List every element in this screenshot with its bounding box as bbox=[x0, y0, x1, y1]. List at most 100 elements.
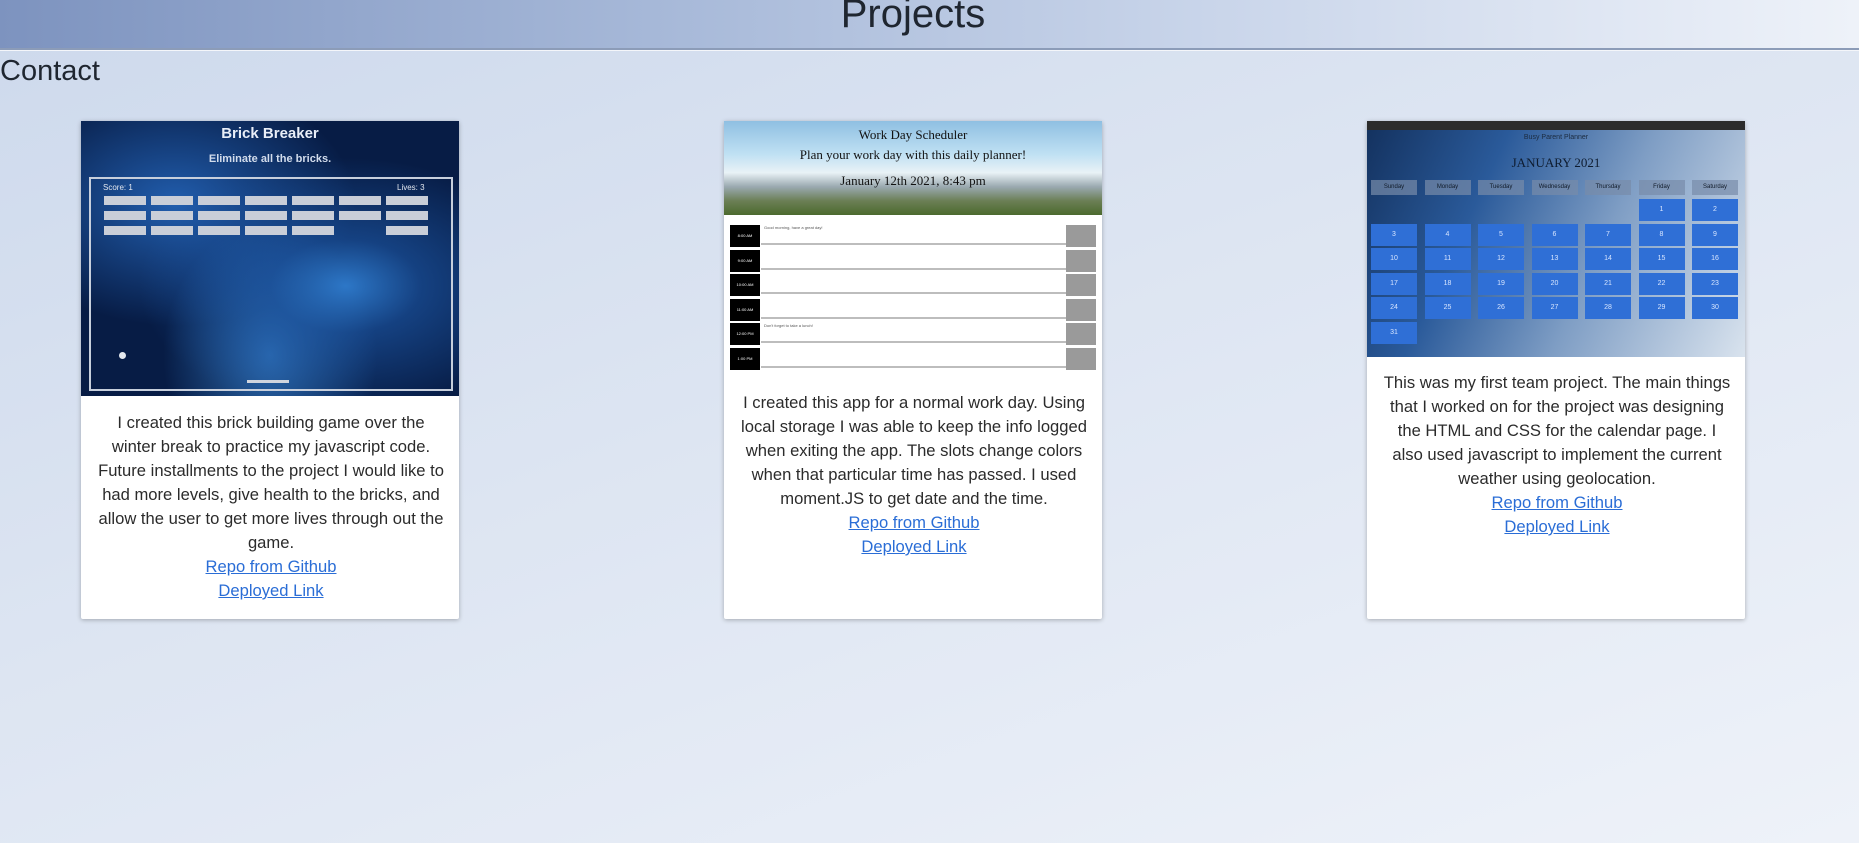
hour-label: 1:00 PM bbox=[730, 347, 760, 370]
save-icon[interactable] bbox=[1066, 249, 1096, 272]
calendar-day[interactable]: 25 bbox=[1424, 297, 1471, 319]
brick bbox=[245, 226, 287, 235]
hour-label: 12:00 PM bbox=[730, 323, 760, 345]
save-icon[interactable] bbox=[1066, 225, 1096, 247]
calendar-day[interactable]: 21 bbox=[1585, 272, 1631, 295]
contact-nav-link[interactable]: Contact bbox=[0, 55, 100, 88]
calendar-day[interactable]: 7 bbox=[1585, 223, 1631, 246]
calendar-day[interactable]: 5 bbox=[1478, 223, 1524, 246]
brick bbox=[104, 226, 146, 235]
task-input[interactable] bbox=[761, 347, 1066, 368]
brick bbox=[151, 226, 193, 235]
calendar-month: JANUARY 2021 bbox=[1511, 155, 1601, 170]
calendar-day[interactable]: 11 bbox=[1424, 248, 1471, 270]
brick bbox=[198, 226, 240, 235]
hour-label: 8:00 AM bbox=[730, 225, 760, 247]
calendar-day[interactable]: 23 bbox=[1692, 272, 1738, 295]
browser-chrome bbox=[1367, 121, 1745, 130]
project-card-busy-parent-planner: Busy Parent Planner JANUARY 2021 Sunday M… bbox=[1367, 121, 1745, 619]
scheduler-row: 8:00 AM Good morning, have a great day! bbox=[730, 225, 1096, 247]
card-body: I created this brick building game over … bbox=[97, 411, 445, 603]
scheduler-row: 10:00 AM bbox=[730, 274, 1096, 296]
calendar-day[interactable]: 15 bbox=[1638, 248, 1685, 270]
score-label: Score: 1 bbox=[103, 183, 133, 192]
task-input[interactable] bbox=[761, 274, 1066, 294]
save-icon[interactable] bbox=[1066, 274, 1096, 296]
deployed-link[interactable]: Deployed Link bbox=[740, 535, 1088, 559]
weekday-header: Wednesday bbox=[1531, 180, 1578, 195]
project-description: This was my first team project. The main… bbox=[1383, 373, 1731, 488]
calendar-day[interactable]: 16 bbox=[1692, 248, 1738, 270]
page-title: Projects bbox=[840, 0, 986, 36]
brick-breaker-subtitle: Eliminate all the bricks. bbox=[208, 153, 332, 165]
calendar-day[interactable]: 13 bbox=[1531, 248, 1578, 270]
calendar-day[interactable]: 14 bbox=[1585, 248, 1631, 270]
brick bbox=[292, 211, 334, 220]
repo-link[interactable]: Repo from Github bbox=[740, 511, 1088, 535]
calendar-day[interactable]: 6 bbox=[1531, 223, 1578, 246]
scheduler-row: 1:00 PM bbox=[730, 347, 1096, 370]
calendar-day[interactable]: 10 bbox=[1371, 248, 1417, 270]
repo-link[interactable]: Repo from Github bbox=[97, 555, 445, 579]
task-input[interactable]: Good morning, have a great day! bbox=[761, 225, 1066, 245]
calendar-day[interactable]: 24 bbox=[1371, 297, 1417, 319]
deployed-link[interactable]: Deployed Link bbox=[1383, 515, 1731, 539]
calendar-day[interactable]: 2 bbox=[1692, 199, 1738, 221]
brick bbox=[104, 196, 146, 205]
weekday-header: Thursday bbox=[1585, 180, 1631, 195]
work-day-scheduler-screenshot: Work Day Scheduler Plan your work day wi… bbox=[724, 121, 1102, 379]
calendar-day[interactable]: 4 bbox=[1424, 223, 1471, 246]
repo-link[interactable]: Repo from Github bbox=[1383, 491, 1731, 515]
scheduler-row: 12:00 PM Don't forget to take a lunch! bbox=[730, 323, 1096, 345]
hour-label: 9:00 AM bbox=[730, 249, 760, 272]
calendar-day[interactable]: 3 bbox=[1371, 223, 1417, 246]
calendar-day[interactable]: 27 bbox=[1531, 297, 1578, 319]
save-icon[interactable] bbox=[1066, 347, 1096, 370]
scheduler-date: January 12th 2021, 8:43 pm bbox=[840, 173, 986, 188]
busy-parent-planner-screenshot: Busy Parent Planner JANUARY 2021 Sunday M… bbox=[1367, 121, 1745, 357]
calendar-day[interactable]: 9 bbox=[1692, 223, 1738, 246]
task-input[interactable]: Don't forget to take a lunch! bbox=[761, 323, 1066, 343]
calendar-day[interactable]: 8 bbox=[1638, 223, 1685, 246]
calendar-day[interactable]: 20 bbox=[1531, 272, 1578, 295]
calendar-day[interactable]: 17 bbox=[1371, 272, 1417, 295]
lives-label: Lives: 3 bbox=[397, 183, 425, 192]
brick bbox=[292, 226, 334, 235]
scheduler-row: 9:00 AM bbox=[730, 249, 1096, 272]
brick bbox=[151, 211, 193, 220]
project-description: I created this brick building game over … bbox=[98, 413, 444, 552]
brick bbox=[198, 211, 240, 220]
brick bbox=[151, 196, 193, 205]
save-icon[interactable] bbox=[1066, 298, 1096, 321]
hour-label: 11:00 AM bbox=[730, 298, 760, 321]
project-card-work-day-scheduler: Work Day Scheduler Plan your work day wi… bbox=[724, 121, 1102, 619]
calendar-day[interactable]: 1 bbox=[1638, 199, 1685, 221]
brick-breaker-title: Brick Breaker bbox=[221, 125, 319, 142]
calendar-day[interactable]: 29 bbox=[1638, 297, 1685, 319]
calendar-day[interactable]: 28 bbox=[1585, 297, 1631, 319]
weekday-header: Monday bbox=[1424, 180, 1471, 195]
calendar-day[interactable]: 22 bbox=[1638, 272, 1685, 295]
card-body: This was my first team project. The main… bbox=[1383, 371, 1731, 539]
brick bbox=[386, 226, 428, 235]
calendar-day[interactable]: 30 bbox=[1692, 297, 1738, 319]
calendar-day[interactable]: 31 bbox=[1371, 321, 1417, 344]
brick bbox=[198, 196, 240, 205]
weekday-header: Saturday bbox=[1692, 180, 1738, 195]
scheduler-subtitle: Plan your work day with this daily plann… bbox=[799, 147, 1027, 162]
calendar-day[interactable]: 26 bbox=[1478, 297, 1524, 319]
task-input[interactable] bbox=[761, 249, 1066, 270]
weekday-header: Tuesday bbox=[1478, 180, 1524, 195]
game-frame bbox=[89, 177, 453, 391]
scheduler-row: 11:00 AM bbox=[730, 298, 1096, 321]
weekday-header: Friday bbox=[1638, 180, 1685, 195]
planner-title: Busy Parent Planner bbox=[1523, 134, 1589, 141]
save-icon[interactable] bbox=[1066, 323, 1096, 345]
scheduler-title: Work Day Scheduler bbox=[858, 127, 968, 142]
deployed-link[interactable]: Deployed Link bbox=[97, 579, 445, 603]
brick bbox=[104, 211, 146, 220]
calendar-day[interactable]: 18 bbox=[1424, 272, 1471, 295]
task-input[interactable] bbox=[761, 298, 1066, 319]
calendar-day[interactable]: 19 bbox=[1478, 272, 1524, 295]
calendar-day[interactable]: 12 bbox=[1478, 248, 1524, 270]
